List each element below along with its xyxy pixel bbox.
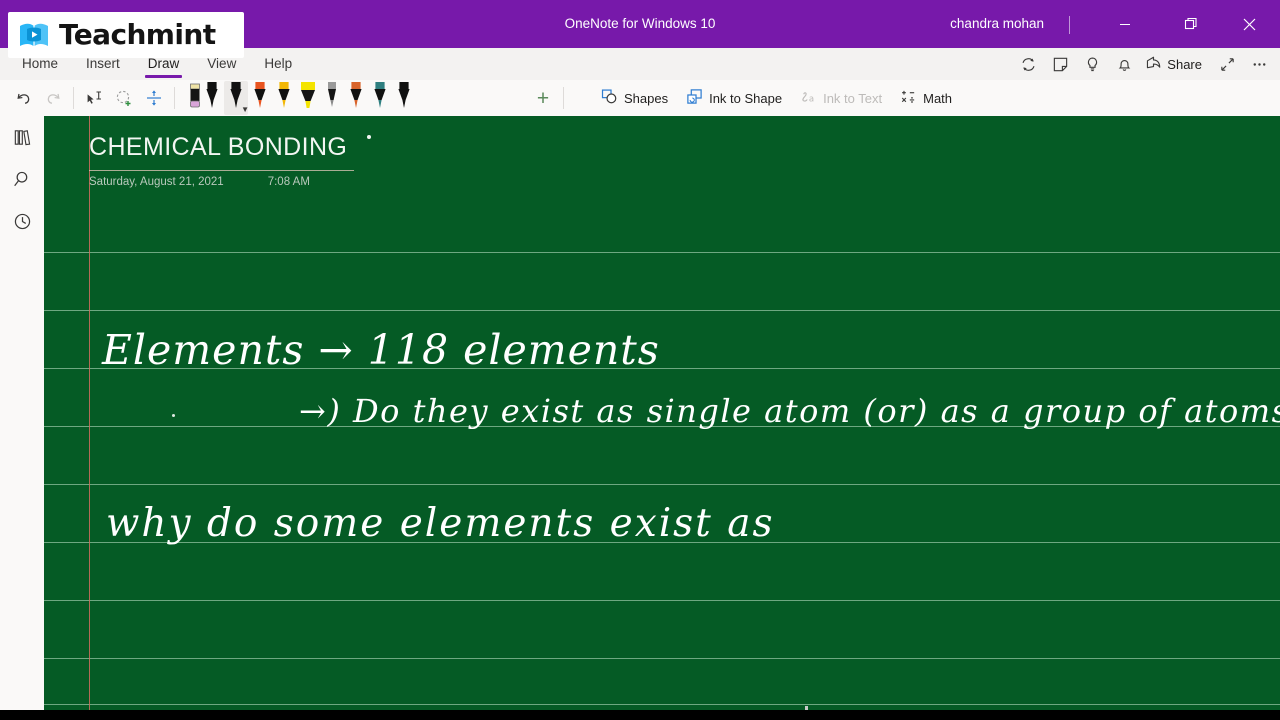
sticky-note-icon[interactable] (1045, 49, 1075, 79)
pen-rainbow[interactable] (344, 81, 368, 115)
add-pen-group: + (528, 80, 569, 116)
page-title[interactable]: CHEMICAL BONDING (89, 132, 829, 162)
ink-to-text-label: Ink to Text (823, 90, 883, 106)
share-icon (1145, 54, 1162, 74)
pen-black-selected[interactable]: ▼ (224, 81, 249, 115)
insert-space-icon[interactable] (139, 82, 169, 114)
draw-toolbar: ▼ + Shapes Ink to Shape a Ink to Text Ma… (0, 80, 1280, 117)
page-timestamp: Saturday, August 21, 2021 7:08 AM (89, 176, 310, 188)
maximize-button[interactable] (1168, 0, 1214, 48)
text-cursor (805, 706, 808, 710)
search-icon[interactable] (0, 158, 44, 200)
ink-line-3: why do some elements exist as (106, 501, 775, 546)
notebooks-icon[interactable] (0, 116, 44, 158)
pen-black[interactable] (200, 81, 224, 115)
shapes-button[interactable]: Shapes (592, 82, 677, 114)
share-label: Share (1167, 56, 1202, 72)
title-underline (89, 170, 354, 171)
ribbon-right-commands: Share (1013, 48, 1274, 80)
close-button[interactable] (1226, 0, 1272, 48)
note-page[interactable]: CHEMICAL BONDING Saturday, August 21, 20… (44, 116, 1280, 710)
ink-line-2: →) Do they exist as single atom (or) as … (299, 392, 1280, 430)
ruled-line (44, 252, 1280, 253)
share-button[interactable]: Share (1141, 49, 1210, 79)
svg-text:a: a (809, 95, 814, 105)
pen-group: ▼ (200, 80, 416, 116)
ruled-line (44, 704, 1280, 705)
toolbar-separator (73, 87, 74, 109)
ink-to-shape-label: Ink to Shape (709, 90, 783, 106)
pen-galaxy[interactable] (368, 81, 392, 115)
highlighter-yellow[interactable] (296, 81, 320, 115)
ink-to-text-button[interactable]: a Ink to Text (791, 82, 891, 114)
titlebar-divider (1069, 16, 1070, 34)
lasso-select-icon[interactable] (79, 82, 109, 114)
page-header: CHEMICAL BONDING Saturday, August 21, 20… (89, 132, 829, 188)
undo-button[interactable] (8, 82, 38, 114)
math-icon (900, 88, 917, 108)
shapes-label: Shapes (624, 90, 669, 106)
book-play-icon (18, 19, 50, 51)
toolbar-separator-2 (174, 87, 175, 109)
left-rail (0, 116, 44, 710)
bell-icon[interactable] (1109, 49, 1139, 79)
page-title-text: CHEMICAL BONDING (89, 133, 348, 161)
account-name[interactable]: chandra mohan (950, 0, 1044, 48)
page-date: Saturday, August 21, 2021 (89, 176, 224, 188)
ruled-line (44, 600, 1280, 601)
ink-to-shape-icon (686, 88, 703, 108)
recent-icon[interactable] (0, 200, 44, 242)
bottom-bar (0, 710, 1280, 720)
minimize-button[interactable] (1102, 0, 1148, 48)
shapes-icon (601, 88, 618, 108)
tab-help[interactable]: Help (250, 48, 306, 80)
pencil-gray[interactable] (320, 81, 344, 115)
ruled-line (44, 310, 1280, 311)
ink-line-1: Elements → 118 elements (102, 326, 660, 374)
teachmint-logo: Teachmint (8, 12, 244, 58)
brand-name: Teachmint (59, 18, 216, 51)
redo-button[interactable] (38, 82, 68, 114)
title-bullet-dot (366, 135, 371, 139)
toolbar-separator-3 (563, 87, 564, 109)
ink-to-shape-button[interactable]: Ink to Shape (677, 82, 791, 114)
pen-black-2[interactable] (392, 81, 416, 115)
ink-to-text-icon: a (800, 88, 817, 108)
ellipsis-icon[interactable] (1244, 49, 1274, 79)
lightbulb-icon[interactable] (1077, 49, 1107, 79)
pen-orange[interactable] (248, 81, 272, 115)
ink-commands-group: Shapes Ink to Shape a Ink to Text Math (592, 80, 961, 116)
fullscreen-icon[interactable] (1212, 49, 1242, 79)
sync-icon[interactable] (1013, 49, 1043, 79)
math-label: Math (923, 90, 953, 106)
ruled-line (44, 484, 1280, 485)
ruled-line (44, 658, 1280, 659)
math-button[interactable]: Math (891, 82, 961, 114)
page-time: 7:08 AM (267, 176, 310, 188)
ink-dot (172, 414, 175, 417)
onenote-window: OneNote for Windows 10 chandra mohan Tea… (0, 0, 1280, 720)
add-pen-button[interactable]: + (528, 82, 558, 114)
lasso-add-icon[interactable] (109, 82, 139, 114)
margin-line (89, 116, 90, 710)
pen-yellow[interactable] (272, 81, 296, 115)
draw-tools-group (8, 80, 210, 116)
